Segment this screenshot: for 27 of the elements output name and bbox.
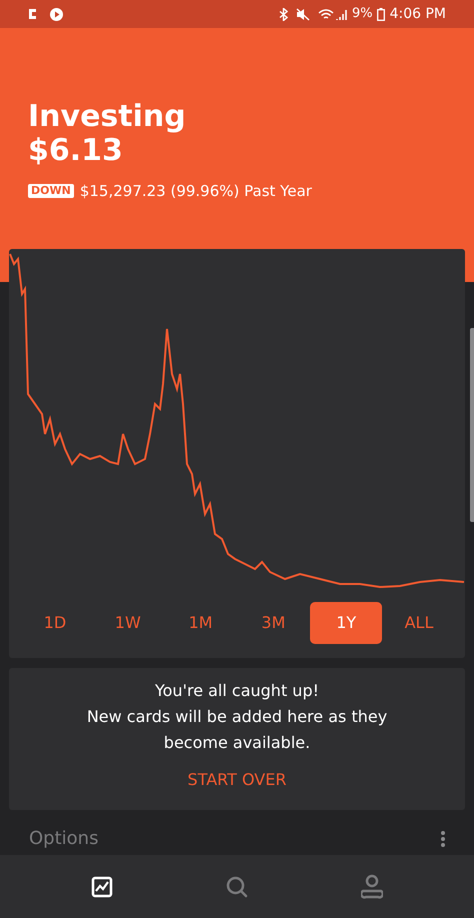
range-tab[interactable]: 1D: [19, 602, 91, 644]
bluetooth-icon: [278, 8, 288, 20]
change-summary: $15,297.23 (99.96%) Past Year: [80, 181, 312, 202]
clock-time: 4:06 PM: [390, 4, 446, 24]
signal-icon: [336, 8, 348, 20]
caught-up-title: You're all caught up!: [154, 680, 320, 702]
trend-badge: DOWN: [28, 184, 74, 198]
caught-up-message: New cards will be added here as they become available.: [86, 706, 388, 754]
start-over-link[interactable]: START OVER: [188, 768, 286, 792]
battery-icon: [376, 8, 385, 20]
section-title: Options: [29, 828, 98, 850]
battery-percent: 9%: [352, 5, 373, 24]
more-icon[interactable]: [441, 831, 445, 847]
page-title: Investing: [28, 100, 187, 134]
wifi-icon: [318, 8, 334, 20]
account-icon: [360, 874, 383, 900]
chart-icon: [91, 876, 114, 898]
range-tab[interactable]: 1M: [164, 602, 237, 644]
range-tab[interactable]: 1W: [92, 602, 164, 644]
range-tab[interactable]: 1Y: [310, 602, 382, 644]
mute-icon: [296, 8, 310, 20]
app-notification-icon: [28, 8, 38, 20]
portfolio-value: $6.13: [28, 134, 124, 168]
play-notification-icon: [50, 8, 63, 20]
range-tab[interactable]: 3M: [237, 602, 310, 644]
search-icon: [224, 874, 249, 898]
range-tab[interactable]: ALL: [382, 602, 455, 644]
